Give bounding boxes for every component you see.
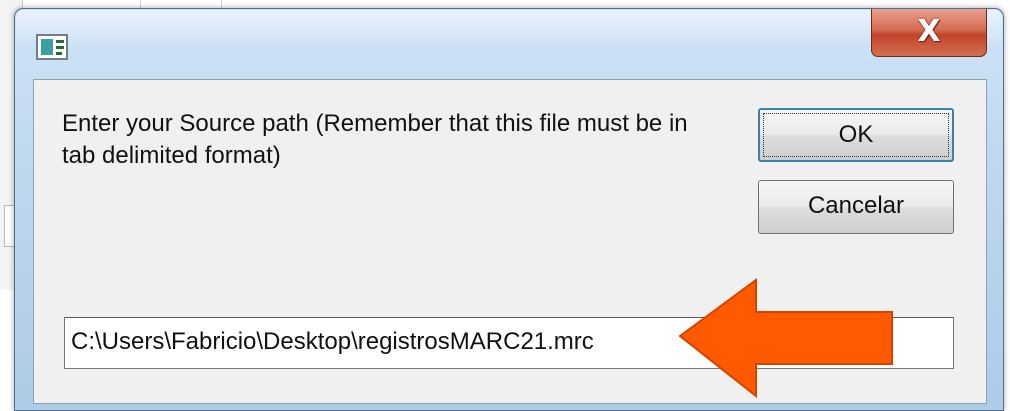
arrow-left-icon [678,278,893,398]
prompt-text: Enter your Source path (Remember that th… [62,110,688,169]
background-toolbar-edge [140,0,222,8]
cancel-button[interactable]: Cancelar [758,180,954,234]
close-icon: X [917,14,941,49]
ok-button[interactable]: OK [758,108,954,162]
app-window-icon[interactable] [36,34,68,60]
close-button[interactable]: X [871,9,987,57]
title-bar[interactable] [16,10,1002,46]
